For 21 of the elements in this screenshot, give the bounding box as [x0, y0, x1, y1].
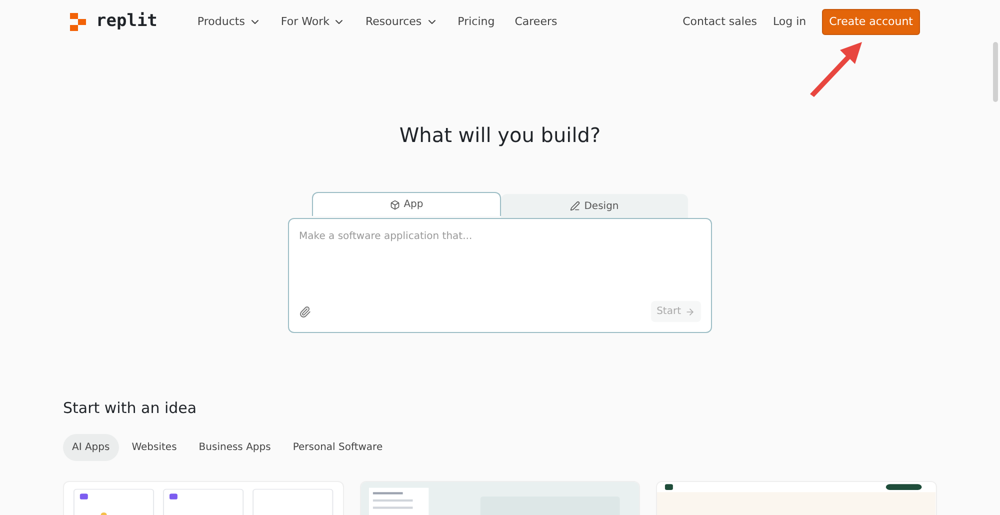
- attach-icon[interactable]: [299, 306, 311, 318]
- nav-link[interactable]: Pricing: [458, 14, 495, 30]
- contact-link[interactable]: Contact sales: [682, 14, 757, 30]
- section-title: Start with an idea: [63, 398, 198, 419]
- logo-text: replit: [96, 10, 158, 34]
- filter-chip[interactable]: Websites: [122, 434, 186, 460]
- tab-icon: [570, 201, 580, 211]
- logo-icon: [70, 13, 88, 31]
- filter-chip[interactable]: Personal Software: [284, 434, 392, 460]
- arrow-icon: [685, 306, 695, 316]
- page-heading: What will you build?: [398, 122, 602, 149]
- filter-chip[interactable]: AI Apps: [63, 434, 119, 460]
- login-link[interactable]: Log in: [772, 14, 806, 30]
- nav-link[interactable]: For Work: [280, 14, 346, 30]
- nav-link[interactable]: Careers: [514, 14, 558, 30]
- filter-chip[interactable]: Business Apps: [190, 434, 280, 460]
- mode-tab[interactable]: App: [312, 192, 501, 216]
- mode-tab[interactable]: Design: [501, 194, 688, 218]
- nav-link[interactable]: Resources: [365, 14, 438, 30]
- nav-link[interactable]: Products: [197, 14, 261, 30]
- tab-icon: [390, 200, 400, 210]
